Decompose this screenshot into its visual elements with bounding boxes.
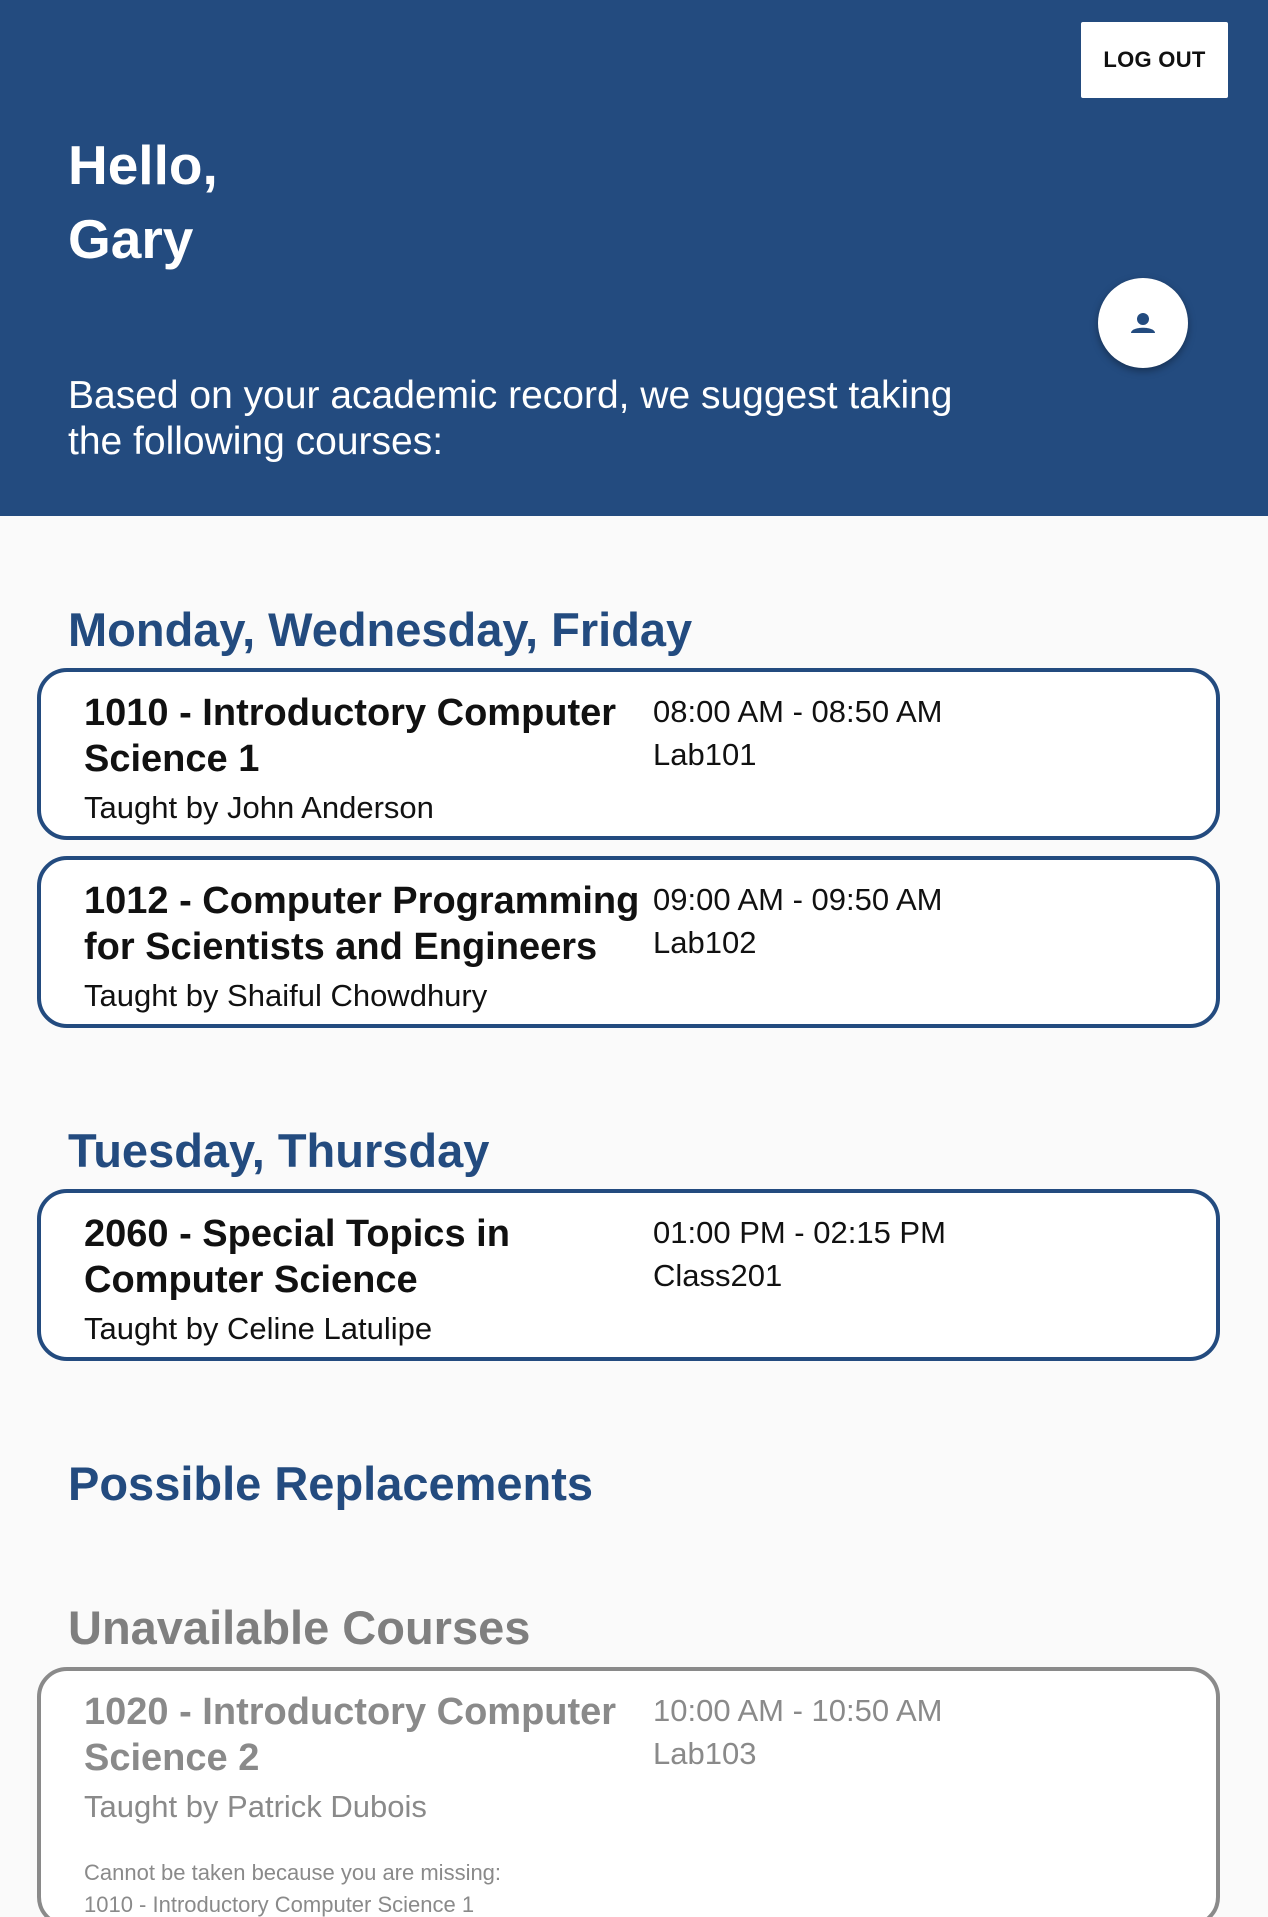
unavailable-course-card[interactable]: 1020 - Introductory Computer Science 2 T… (37, 1667, 1220, 1917)
greeting: Hello, Gary (68, 128, 218, 276)
course-teacher: Taught by Patrick Dubois (84, 1789, 427, 1824)
course-time: 01:00 PM - 02:15 PM (653, 1215, 946, 1250)
course-title: 1010 - Introductory Computer Science 1 (84, 692, 617, 780)
course-title: 1012 - Computer Programming for Scientis… (84, 880, 640, 968)
course-title: 1020 - Introductory Computer Science 2 (84, 1691, 617, 1779)
greeting-username: Gary (68, 208, 194, 270)
section-title-mwf: Monday, Wednesday, Friday (68, 603, 693, 656)
section-title-tt: Tuesday, Thursday (68, 1124, 490, 1177)
course-room: Lab103 (653, 1736, 757, 1771)
course-card[interactable]: 1010 - Introductory Computer Science 1 T… (37, 668, 1220, 840)
profile-button[interactable] (1098, 278, 1188, 368)
course-card[interactable]: 1012 - Computer Programming for Scientis… (37, 856, 1220, 1028)
logout-button[interactable]: LOG OUT (1081, 22, 1228, 98)
page: LOG OUT Hello, Gary Based on your academ… (0, 0, 1268, 1917)
header: LOG OUT Hello, Gary Based on your academ… (0, 0, 1268, 516)
course-time: 10:00 AM - 10:50 AM (653, 1693, 943, 1728)
section-title-unavailable: Unavailable Courses (68, 1601, 531, 1654)
course-title: 2060 - Special Topics in Computer Scienc… (84, 1213, 510, 1301)
person-icon (1131, 313, 1155, 333)
course-time: 08:00 AM - 08:50 AM (653, 694, 943, 729)
missing-prerequisite-note: Cannot be taken because you are missing:… (84, 1857, 501, 1917)
course-teacher: Taught by John Anderson (84, 790, 434, 825)
missing-course: 1010 - Introductory Computer Science 1 (84, 1892, 475, 1917)
course-teacher: Taught by Shaiful Chowdhury (84, 978, 488, 1013)
suggestion-text: Based on your academic record, we sugges… (68, 374, 953, 463)
greeting-hello: Hello, (68, 134, 218, 196)
course-time: 09:00 AM - 09:50 AM (653, 882, 943, 917)
course-room: Lab102 (653, 925, 757, 960)
course-card[interactable]: 2060 - Special Topics in Computer Scienc… (37, 1189, 1220, 1361)
course-teacher: Taught by Celine Latulipe (84, 1311, 433, 1346)
course-room: Class201 (653, 1258, 783, 1293)
missing-label: Cannot be taken because you are missing: (84, 1860, 502, 1885)
course-room: Lab101 (653, 737, 757, 772)
section-title-replacements: Possible Replacements (68, 1457, 594, 1510)
